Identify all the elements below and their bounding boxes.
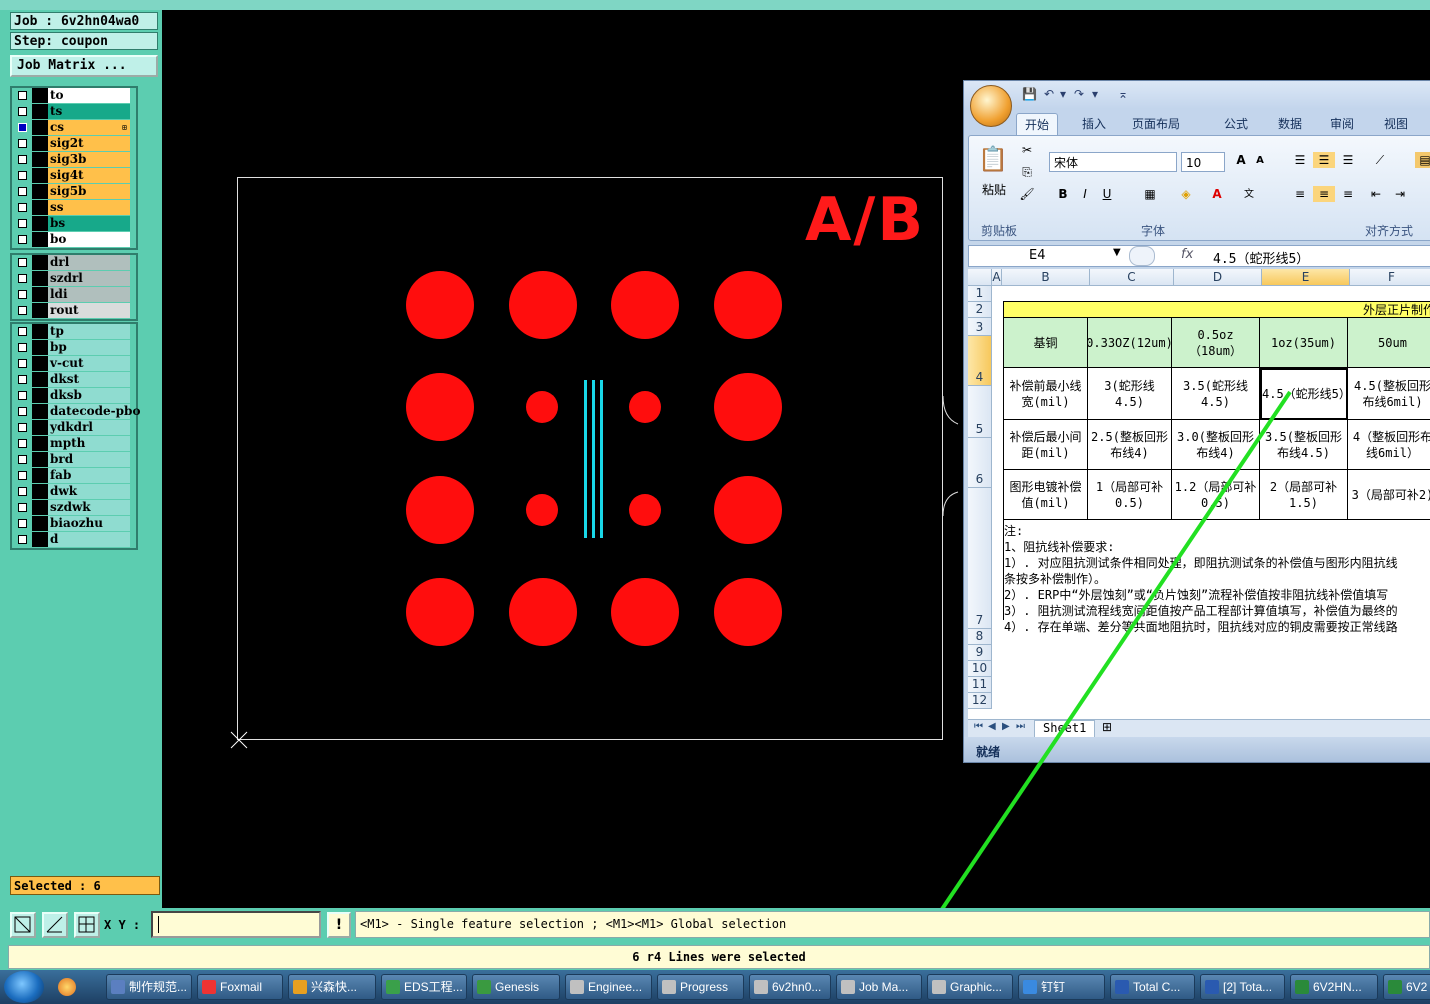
- text-cursor: [158, 916, 159, 933]
- taskbar-item-label: Foxmail: [220, 980, 263, 994]
- app-icon: [386, 980, 400, 994]
- status-bar: 6 r4 Lines were selected: [0, 941, 1430, 970]
- taskbar-item-label: 6V2: [1406, 980, 1428, 994]
- app-icon: [570, 980, 584, 994]
- taskbar-item[interactable]: [2] Tota...: [1200, 974, 1285, 1000]
- taskbar-item-label: Genesis: [495, 980, 540, 994]
- taskbar-item-label: Total C...: [1133, 980, 1181, 994]
- taskbar-item-label: Job Ma...: [859, 980, 909, 994]
- taskbar-item[interactable]: Job Ma...: [836, 974, 922, 1000]
- taskbar-item-label: 6v2hn0...: [772, 980, 822, 994]
- taskbar-item[interactable]: Foxmail: [197, 974, 283, 1000]
- taskbar-item[interactable]: Graphic...: [927, 974, 1013, 1000]
- taskbar-item-label: 6V2HN...: [1313, 980, 1362, 994]
- taskbar-item-label: 制作规范...: [129, 980, 188, 994]
- app-icon: [841, 980, 855, 994]
- app-icon: [754, 980, 768, 994]
- app-icon: [1295, 980, 1309, 994]
- taskbar-item-label: EDS工程...: [404, 980, 463, 994]
- taskbar-item-label: 钉钉: [1041, 980, 1066, 994]
- start-button[interactable]: [4, 971, 44, 1003]
- command-bar: X Y : ! <M1> - Single feature selection …: [0, 908, 1430, 941]
- status-message: 6 r4 Lines were selected: [8, 945, 1430, 969]
- app-icon: [111, 980, 125, 994]
- windows-taskbar: 制作规范... Foxmail 兴森快... EDS工程... Genesis Engin…: [0, 970, 1430, 1004]
- taskbar-item[interactable]: Genesis: [472, 974, 560, 1000]
- taskbar-item[interactable]: 6v2hn0...: [749, 974, 831, 1000]
- taskbar-item[interactable]: 钉钉: [1018, 974, 1105, 1000]
- measure-icon[interactable]: [42, 912, 68, 938]
- taskbar-item[interactable]: Enginee...: [565, 974, 652, 1000]
- command-message: <M1> - Single feature selection ; <M1><M…: [355, 911, 1430, 938]
- zoom-fit-icon[interactable]: [10, 912, 36, 938]
- grid-snap-icon[interactable]: [74, 912, 100, 938]
- taskbar-item-label: 兴森快...: [311, 980, 358, 994]
- app-icon: [1205, 980, 1219, 994]
- taskbar-item[interactable]: 兴森快...: [288, 974, 376, 1000]
- app-icon: [1115, 980, 1129, 994]
- warning-button[interactable]: !: [327, 912, 351, 938]
- taskbar-item[interactable]: EDS工程...: [381, 974, 467, 1000]
- app-icon: [293, 980, 307, 994]
- taskbar-item-label: Progress: [680, 980, 729, 994]
- app-icon: [202, 980, 216, 994]
- taskbar-item[interactable]: Progress: [657, 974, 744, 1000]
- annotation-arrow: [918, 390, 1292, 946]
- xy-input[interactable]: [151, 911, 321, 938]
- taskbar-item-label: [2] Tota...: [1223, 980, 1273, 994]
- xy-label: X Y :: [104, 918, 141, 932]
- app-icon: [932, 980, 946, 994]
- quick-launch-icon[interactable]: [58, 978, 76, 996]
- taskbar-item-label: Graphic...: [950, 980, 1003, 994]
- taskbar-item[interactable]: Total C...: [1110, 974, 1195, 1000]
- taskbar-item[interactable]: 制作规范...: [106, 974, 192, 1000]
- app-icon: [662, 980, 676, 994]
- app-icon: [477, 980, 491, 994]
- app-icon: [1023, 980, 1037, 994]
- taskbar-item-label: Enginee...: [588, 980, 643, 994]
- taskbar-item[interactable]: 6V2: [1383, 974, 1430, 1000]
- app-icon: [1388, 980, 1402, 994]
- taskbar-item[interactable]: 6V2HN...: [1290, 974, 1378, 1000]
